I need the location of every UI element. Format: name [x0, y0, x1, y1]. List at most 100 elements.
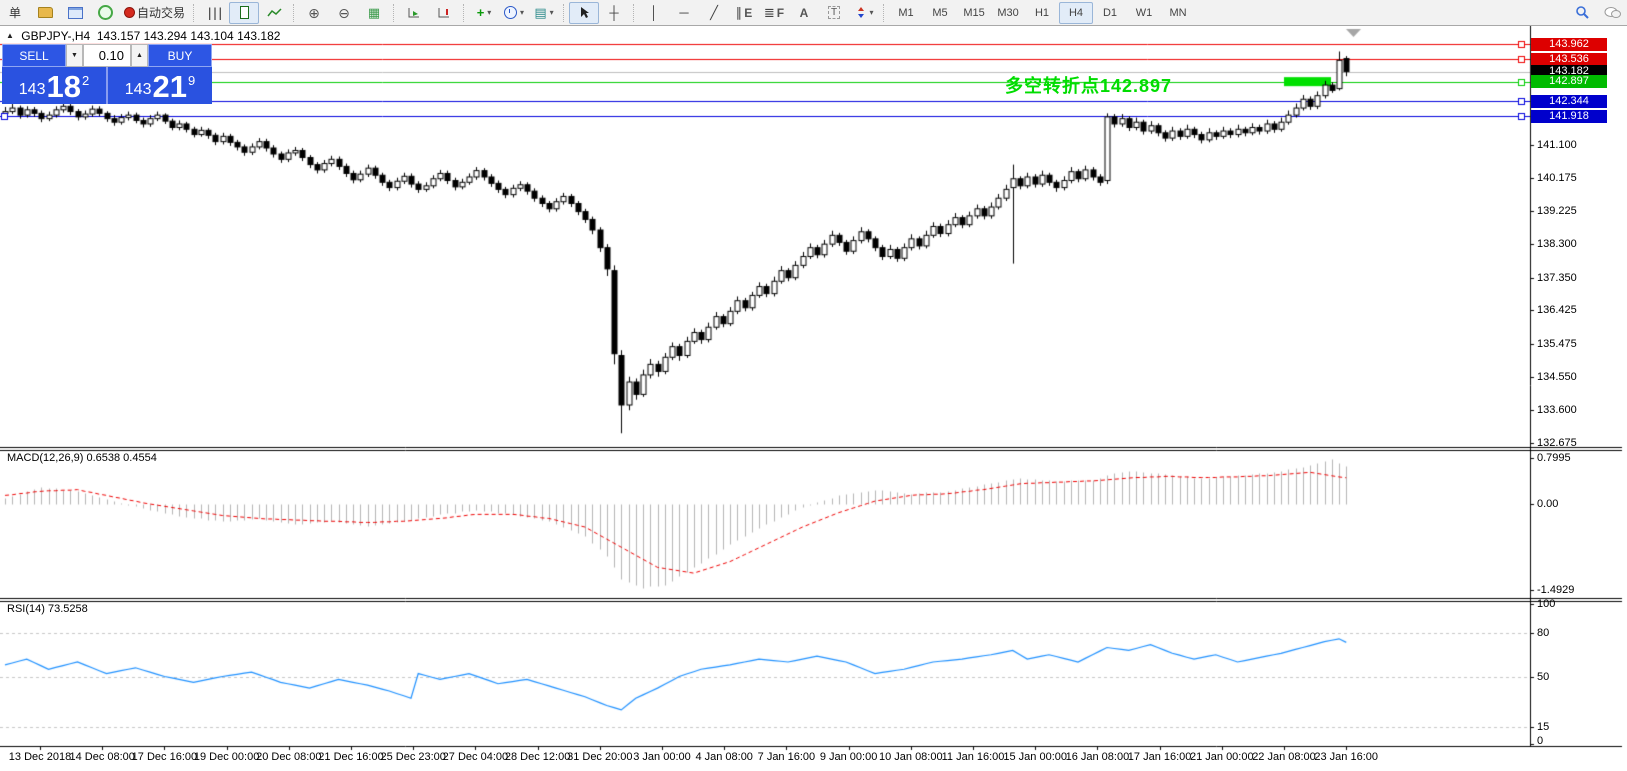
- text-label-icon: T: [828, 6, 840, 19]
- line-chart-mode-button[interactable]: [259, 2, 289, 24]
- volume-input[interactable]: 0.10: [83, 44, 131, 67]
- tf-button-w1[interactable]: W1: [1127, 2, 1161, 24]
- rsi-axis-tick: 100: [1537, 598, 1555, 610]
- tf-button-mn[interactable]: MN: [1161, 2, 1195, 24]
- crosshair-tool-button[interactable]: ┼: [599, 2, 629, 24]
- toolbar-separator: [463, 4, 465, 22]
- fibonacci-tool-button[interactable]: ≣F: [759, 2, 789, 24]
- chevron-down-icon: ▾: [487, 8, 491, 17]
- template-icon: ▤: [534, 6, 546, 19]
- one-click-trading-panel: SELL ▼ 0.10 ▲ BUY 143 18 2 143 21 9: [2, 44, 212, 104]
- trendline-icon: ╱: [710, 6, 718, 19]
- time-axis-label: 21 Jan 00:00: [1190, 751, 1254, 763]
- zoom-out-button[interactable]: ⊖: [329, 2, 359, 24]
- tf-button-h4[interactable]: H4: [1059, 2, 1093, 24]
- trendline-tool-button[interactable]: ╱: [699, 2, 729, 24]
- clock-icon: [504, 6, 517, 19]
- channel-icon: ∥: [736, 6, 743, 19]
- price-axis-tick: 136.425: [1537, 304, 1577, 316]
- channel-letter: E: [744, 6, 752, 20]
- market-watch-button[interactable]: [60, 2, 90, 24]
- symbol-label: GBPJPY-,H4: [21, 29, 90, 43]
- templates-button[interactable]: ▤▾: [529, 2, 559, 24]
- tf-button-m1[interactable]: M1: [889, 2, 923, 24]
- bar-chart-mode-button[interactable]: |||: [199, 2, 229, 24]
- chart-title: ▲ GBPJPY-,H4 143.157 143.294 143.104 143…: [6, 29, 280, 43]
- time-axis-label: 15 Jan 00:00: [1003, 751, 1067, 763]
- chart-shift-button[interactable]: [429, 2, 459, 24]
- crosshair-icon: ┼: [609, 6, 618, 19]
- add-indicator-icon: +: [477, 5, 485, 20]
- time-axis-label: 10 Jan 08:00: [879, 751, 943, 763]
- buy-price-point: 9: [188, 73, 195, 88]
- price-axis-tick: 134.550: [1537, 371, 1577, 383]
- autotrading-label: 自动交易: [137, 4, 185, 21]
- price-tag-143.962: 143.962: [1531, 38, 1607, 51]
- toolbar-separator: [393, 4, 395, 22]
- rsi-axis-tick: 15: [1537, 721, 1549, 733]
- toolbar-separator: [563, 4, 565, 22]
- time-axis-label: 7 Jan 16:00: [758, 751, 816, 763]
- autotrading-button[interactable]: 自动交易: [120, 2, 189, 24]
- data-window-button[interactable]: [90, 2, 120, 24]
- panel-divider: [106, 67, 108, 104]
- time-axis-label: 11 Jan 16:00: [942, 751, 1005, 763]
- tf-button-h1[interactable]: H1: [1025, 2, 1059, 24]
- tf-button-m5[interactable]: M5: [923, 2, 957, 24]
- new-order-button[interactable]: 单: [0, 2, 30, 24]
- candlestick-mode-button[interactable]: [229, 2, 259, 24]
- time-axis-label: 19 Dec 00:00: [194, 751, 259, 763]
- price-axis-tick: 141.100: [1537, 139, 1577, 151]
- horizontal-line-tool-button[interactable]: ─: [669, 2, 699, 24]
- cursor-tool-button[interactable]: [569, 2, 599, 24]
- text-tool-button[interactable]: A: [789, 2, 819, 24]
- volume-increase-button[interactable]: ▲: [131, 44, 148, 67]
- auto-scroll-icon: [407, 7, 421, 19]
- time-axis-label: 31 Dec 20:00: [567, 751, 632, 763]
- zoom-in-button[interactable]: ⊕: [299, 2, 329, 24]
- indicators-button[interactable]: +▾: [469, 2, 499, 24]
- search-button[interactable]: [1567, 2, 1597, 24]
- macd-axis-tick: 0.00: [1537, 498, 1558, 510]
- chat-button[interactable]: [1597, 2, 1627, 24]
- tf-button-d1[interactable]: D1: [1093, 2, 1127, 24]
- rsi-axis-tick: 50: [1537, 671, 1549, 683]
- rsi-indicator-label: RSI(14) 73.5258: [7, 603, 88, 615]
- buy-price[interactable]: 143 21 9: [108, 67, 212, 104]
- periods-button[interactable]: ▾: [499, 2, 529, 24]
- vertical-line-tool-button[interactable]: │: [639, 2, 669, 24]
- volume-decrease-button[interactable]: ▼: [66, 44, 83, 67]
- buy-button[interactable]: BUY: [148, 44, 212, 67]
- profiles-icon[interactable]: [30, 2, 60, 24]
- price-axis-tick: 135.475: [1537, 338, 1577, 350]
- price-tag-142.897: 142.897: [1531, 75, 1607, 88]
- rsi-axis-tick: 80: [1537, 627, 1549, 639]
- folder-icon: [38, 7, 53, 18]
- chart-canvas[interactable]: [0, 0, 1627, 771]
- tile-windows-button[interactable]: ▦: [359, 2, 389, 24]
- arrows-tool-button[interactable]: ▾: [849, 2, 879, 24]
- fibo-letter: F: [777, 6, 784, 20]
- text-label-tool-button[interactable]: T: [819, 2, 849, 24]
- time-axis-label: 3 Jan 00:00: [633, 751, 691, 763]
- sell-price[interactable]: 143 18 2: [2, 67, 106, 104]
- time-axis-label: 27 Dec 04:00: [443, 751, 508, 763]
- chevron-down-icon: ▾: [550, 8, 554, 17]
- price-axis-tick: 133.600: [1537, 404, 1577, 416]
- radar-icon: [98, 5, 113, 20]
- tf-button-m15[interactable]: M15: [957, 2, 991, 24]
- auto-scroll-button[interactable]: [399, 2, 429, 24]
- time-axis-label: 21 Dec 16:00: [318, 751, 383, 763]
- channel-tool-button[interactable]: ∥E: [729, 2, 759, 24]
- time-axis-label: 4 Jan 08:00: [695, 751, 753, 763]
- tf-button-m30[interactable]: M30: [991, 2, 1025, 24]
- time-axis-label: 13 Dec 2018: [9, 751, 71, 763]
- sell-button[interactable]: SELL: [2, 44, 66, 67]
- fibonacci-icon: ≣: [764, 6, 775, 19]
- candlestick-icon: [240, 6, 249, 19]
- price-low: 143.104: [190, 29, 233, 43]
- turning-point-annotation: 多空转折点142.897: [1005, 72, 1172, 98]
- panel-collapse-toggle[interactable]: ▲: [6, 31, 14, 40]
- toolbar-separator: [883, 4, 885, 22]
- price-axis-tick: 138.300: [1537, 238, 1577, 250]
